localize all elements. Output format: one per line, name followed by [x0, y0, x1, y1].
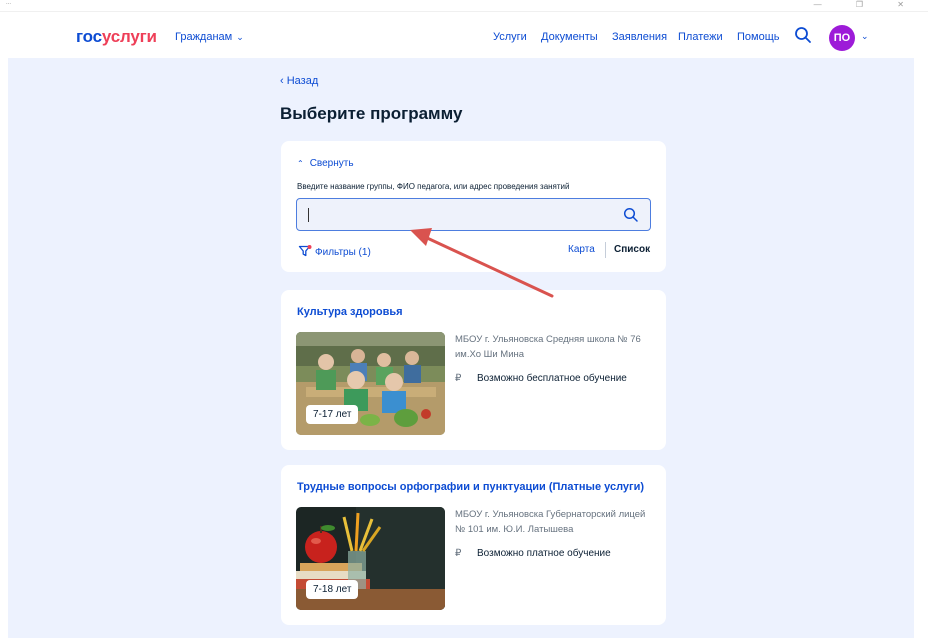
filters-button[interactable]: Фильтры (1): [298, 244, 371, 258]
avatar[interactable]: ПО: [829, 25, 855, 51]
main-content: ‹ Назад Выберите программу ⌃ Свернуть Вве…: [8, 58, 914, 638]
citizens-menu[interactable]: Гражданам ⌄: [175, 31, 244, 43]
organization-name: МБОУ г. Ульяновска Губернаторский лицей …: [455, 509, 646, 535]
page-title: Выберите программу: [280, 104, 463, 123]
citizens-menu-label: Гражданам: [175, 31, 233, 43]
ruble-icon: ₽: [455, 548, 462, 559]
search-input[interactable]: [307, 205, 607, 225]
price-info: ₽ Возможно платное обучение: [455, 548, 611, 559]
back-link[interactable]: ‹ Назад: [280, 75, 318, 87]
chevron-down-icon: ⌄: [236, 32, 244, 42]
nav-payments[interactable]: Платежи: [678, 31, 723, 43]
program-card[interactable]: Культура здоровья 7-17 лет МБОУ г. Ульян…: [281, 290, 666, 450]
list-view-toggle[interactable]: Список: [614, 244, 650, 255]
search-filter-card: ⌃ Свернуть Введите название группы, ФИО п…: [281, 141, 666, 272]
price-info: ₽ Возможно бесплатное обучение: [455, 373, 627, 384]
program-title[interactable]: Культура здоровья: [297, 306, 403, 318]
search-icon[interactable]: [623, 207, 639, 223]
filters-label: Фильтры (1): [315, 247, 371, 258]
collapse-toggle[interactable]: ⌃ Свернуть: [297, 158, 354, 169]
chevron-up-icon: ⌃: [297, 159, 304, 168]
filter-icon: [298, 245, 312, 257]
price-label: Возможно бесплатное обучение: [477, 373, 627, 384]
search-label: Введите название группы, ФИО педагога, и…: [297, 182, 570, 191]
ruble-crossed-icon: ₽: [455, 373, 462, 384]
search-field[interactable]: [296, 198, 651, 231]
nav-services[interactable]: Услуги: [493, 31, 527, 43]
logo-part-uslugi: услуги: [101, 27, 157, 46]
organization-name: МБОУ г. Ульяновска Средняя школа № 76 им…: [455, 334, 641, 360]
age-badge: 7-17 лет: [306, 405, 359, 424]
age-badge: 7-18 лет: [306, 580, 359, 599]
window-controls[interactable]: — ❐ ✕: [814, 0, 920, 9]
map-view-toggle[interactable]: Карта: [568, 244, 595, 255]
text-caret: [308, 208, 309, 222]
back-label: Назад: [286, 75, 319, 87]
search-icon[interactable]: [794, 26, 812, 44]
nav-documents[interactable]: Документы: [541, 31, 598, 43]
price-label: Возможно платное обучение: [477, 548, 611, 559]
logo-part-gos: гос: [76, 27, 102, 46]
view-toggle-divider: [605, 242, 606, 258]
program-photo-classroom: 7-17 лет: [296, 332, 445, 435]
gosuslugi-logo[interactable]: госуслуги: [76, 27, 157, 47]
program-title[interactable]: Трудные вопросы орфографии и пунктуации …: [297, 481, 644, 493]
browser-tab-text: ...: [6, 0, 12, 6]
chevron-down-icon[interactable]: ⌄: [861, 31, 869, 42]
nav-applications[interactable]: Заявления: [612, 31, 667, 43]
collapse-label: Свернуть: [309, 158, 354, 169]
site-header: госуслуги Гражданам ⌄ Услуги Документы За…: [0, 12, 928, 60]
browser-top-strip: ... — ❐ ✕: [0, 0, 928, 12]
program-card[interactable]: Трудные вопросы орфографии и пунктуации …: [281, 465, 666, 625]
nav-help[interactable]: Помощь: [737, 31, 780, 43]
chevron-left-icon: ‹: [280, 75, 287, 87]
program-photo-apple-books: 7-18 лет: [296, 507, 445, 610]
